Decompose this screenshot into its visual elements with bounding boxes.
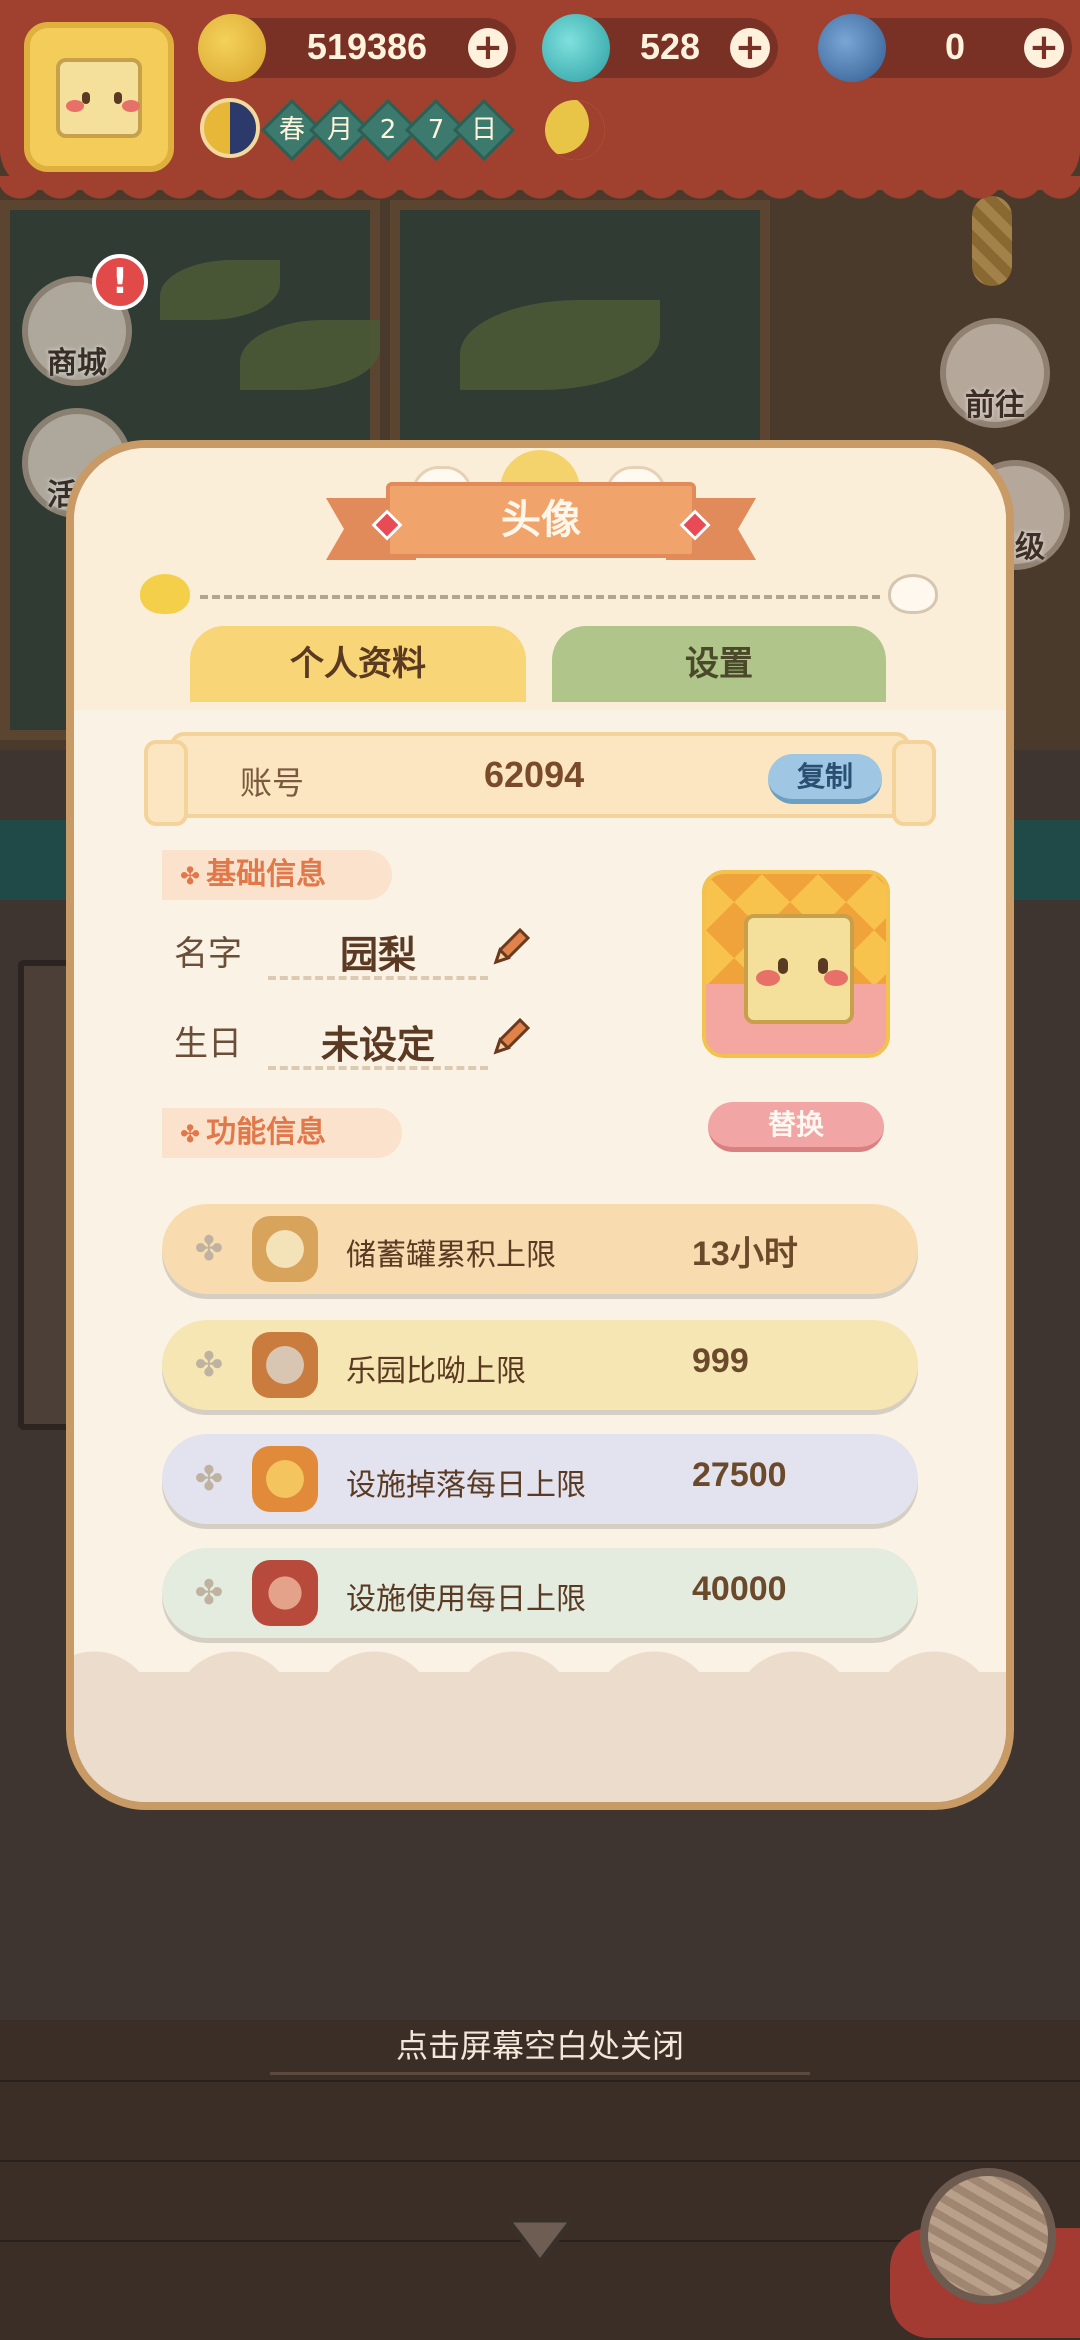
stat-label: 设施掉落每日上限 [346,1468,586,1503]
stat-value: 40000 [692,1570,787,1608]
stat-row-animals: ✤ 乐园比呦上限 999 [162,1320,918,1410]
date-char: 日 [452,98,516,162]
blue-banana-currency: 0 + [818,14,1072,82]
moon-icon[interactable] [545,100,605,160]
banana-currency: 519386 + [198,14,516,82]
banana-icon [198,14,266,82]
facility-drop-icon [252,1446,318,1512]
player-avatar[interactable] [24,22,174,172]
avatar-eye [778,958,788,974]
date-char-text: 7 [427,115,445,145]
modal-footer-wave [74,1632,1006,1802]
dashed-divider [200,595,880,599]
flame-currency: 528 + [542,14,778,82]
stat-value: 13小时 [692,1235,798,1273]
avatar-face [56,58,142,138]
floor-plank [0,2080,1080,2082]
edit-name-pencil-icon[interactable] [490,924,534,968]
goto-button[interactable]: 前往 [940,318,1050,428]
tab-profile[interactable]: 个人资料 [190,626,526,702]
clover-icon: ✤ [194,1573,224,1613]
stat-label: 储蓄罐累积上限 [346,1238,556,1273]
clover-icon: ✤ [180,1120,201,1148]
modal-title: 头像 [501,497,581,543]
stat-label: 乐园比呦上限 [346,1354,526,1389]
rope-icon [972,196,1012,286]
add-flame-button[interactable]: + [730,28,770,68]
title-ribbon: 头像 [326,482,756,562]
close-hint-divider [270,2072,810,2075]
clover-icon: ✤ [180,862,201,890]
date-char-text: 2 [379,115,397,145]
clover-icon: ✤ [194,1345,224,1385]
yellow-chick-icon [140,574,190,614]
account-label: 账号 [240,764,305,802]
date-char-text: 春 [278,115,305,145]
avatar-eye [82,92,90,104]
birthday-underline [268,1066,488,1070]
stat-row-facility-use: ✤ 设施使用每日上限 40000 [162,1548,918,1638]
goto-label: 前往 [965,388,1025,423]
season-clock-icon [200,98,260,158]
ribbon-body: 头像 [386,482,696,558]
birthday-label: 生日 [174,1024,242,1064]
shop-label: 商城 [47,346,107,381]
date-display: 春 月 2 7 日 [260,98,516,162]
function-info-label: 功能信息 [206,1115,327,1150]
avatar-cheek [756,970,780,986]
banana-count: 519386 [306,26,428,67]
birthday-value: 未设定 [320,1023,435,1067]
clover-icon: ✤ [194,1229,224,1269]
swap-avatar-button[interactable]: 替换 [708,1102,884,1152]
yarn-ball-button[interactable] [920,2168,1056,2304]
clover-icon: ✤ [194,1459,224,1499]
account-bar: 账号 62094 复制 [144,732,936,826]
piggy-bank-icon [252,1216,318,1282]
account-number: 62094 [484,754,585,795]
blue-flame-icon [542,14,610,82]
avatar-cheek [824,970,848,986]
avatar-cheek [122,100,140,112]
name-underline [268,976,488,980]
stat-value: 27500 [692,1456,787,1494]
stat-label: 设施使用每日上限 [346,1582,586,1617]
stat-row-facility-drop: ✤ 设施掉落每日上限 27500 [162,1434,918,1524]
avatar-character [744,914,854,1024]
top-hud: 519386 + 528 + 0 + 春 月 2 7 日 [0,0,1080,204]
blue-banana-count: 0 [944,26,966,67]
avatar-eye [114,92,122,104]
floor-plank [0,2160,1080,2162]
name-label: 名字 [174,934,242,974]
basic-info-header: ✤ 基础信息 [162,850,392,900]
stat-row-piggy-bank: ✤ 储蓄罐累积上限 13小时 [162,1204,918,1294]
copy-button[interactable]: 复制 [768,754,882,804]
tab-settings[interactable]: 设置 [552,626,886,702]
animals-icon [252,1332,318,1398]
alert-badge: ! [92,254,148,310]
name-value: 园梨 [339,933,416,977]
basic-info-label: 基础信息 [206,857,327,892]
chevron-down-icon[interactable] [500,2212,580,2272]
date-char-text: 日 [470,115,497,145]
facility-use-icon [252,1560,318,1626]
add-banana-button[interactable]: + [468,28,508,68]
stat-value: 999 [692,1342,749,1380]
blue-banana-icon [818,14,886,82]
avatar-cheek [66,100,84,112]
add-blue-banana-button[interactable]: + [1024,28,1064,68]
edit-birthday-pencil-icon[interactable] [490,1014,534,1058]
white-chick-icon [888,574,938,614]
function-info-header: ✤ 功能信息 [162,1108,402,1158]
date-char-text: 月 [326,115,353,145]
flame-count: 528 [639,26,701,67]
profile-avatar-image [702,870,890,1058]
close-hint[interactable]: 点击屏幕空白处关闭 [0,2016,1080,2076]
